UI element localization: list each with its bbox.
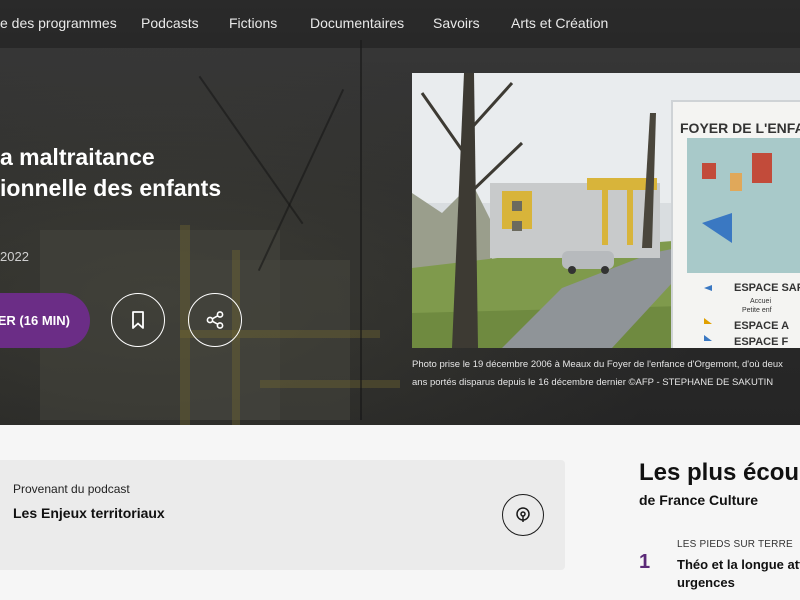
most-listened-item-title[interactable]: Théo et la longue att urgences <box>677 556 800 592</box>
podcast-name[interactable]: Les Enjeux territoriaux <box>13 505 165 521</box>
nav-item-podcasts[interactable]: Podcasts <box>141 15 199 31</box>
top-navigation: e des programmes Podcasts Fictions Docum… <box>0 0 800 48</box>
episode-title: a maltraitance ionnelle des enfants <box>0 144 222 201</box>
most-listened-item-kicker[interactable]: LES PIEDS SUR TERRE <box>677 539 793 550</box>
nav-item-programmes[interactable]: e des programmes <box>0 15 117 31</box>
foyer-photo-image: FOYER DE L'ENFA ESPACE SAP Accuei Petite… <box>412 73 800 348</box>
nav-item-documentaires[interactable]: Documentaires <box>310 15 404 31</box>
bookmark-button[interactable] <box>111 293 165 347</box>
sign-line-5: ESPACE F <box>734 336 788 348</box>
share-icon <box>206 311 224 329</box>
nav-item-fictions[interactable]: Fictions <box>229 15 277 31</box>
sign-title: FOYER DE L'ENFA <box>680 120 800 136</box>
most-listened-title: Les plus écou <box>639 459 800 486</box>
podcast-subscribe-button[interactable] <box>502 494 544 536</box>
podcast-source-card[interactable]: Provenant du podcast Les Enjeux territor… <box>0 460 565 570</box>
most-listened-rank: 1 <box>639 551 651 573</box>
most-listened-subtitle: de France Culture <box>639 492 759 508</box>
nav-item-savoirs[interactable]: Savoirs <box>433 15 480 31</box>
share-button[interactable] <box>188 293 242 347</box>
sign-line-1: ESPACE SAP <box>734 282 800 294</box>
episode-photo: FOYER DE L'ENFA ESPACE SAP Accuei Petite… <box>412 73 800 348</box>
podcast-kicker: Provenant du podcast <box>13 482 130 496</box>
photo-caption: Photo prise le 19 décembre 2006 à Meaux … <box>412 359 783 388</box>
episode-hero: e des programmes Podcasts Fictions Docum… <box>0 0 800 425</box>
nav-item-arts-et-creation[interactable]: Arts et Création <box>511 15 608 31</box>
play-button-label: ER (16 MIN) <box>0 313 70 328</box>
episode-date: 2022 <box>0 249 29 264</box>
sign-line-4: ESPACE A <box>734 320 789 332</box>
play-button[interactable]: ER (16 MIN) <box>0 293 90 348</box>
sign-line-2: Accuei <box>750 298 771 305</box>
bookmark-icon <box>132 311 144 329</box>
sign-line-3: Petite enf <box>742 307 772 314</box>
podcast-icon <box>516 507 530 522</box>
